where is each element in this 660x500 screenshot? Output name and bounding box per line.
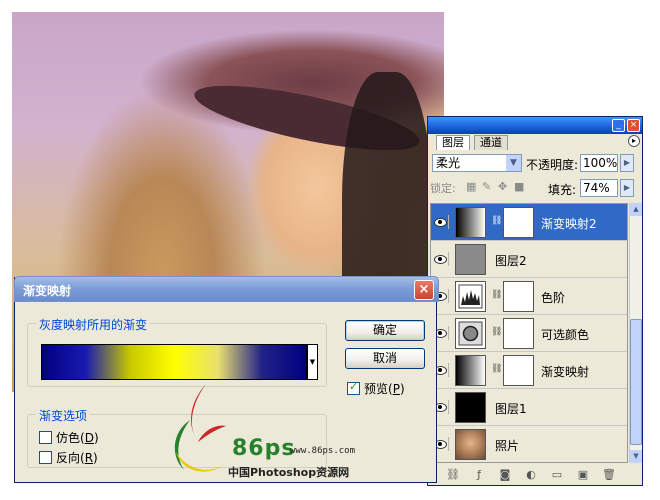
- lock-label: 锁定:: [430, 182, 456, 195]
- chevron-down-icon[interactable]: ▼: [307, 344, 318, 380]
- lock-paint-icon[interactable]: ✎: [482, 180, 491, 193]
- lock-move-icon[interactable]: ✥: [498, 180, 507, 193]
- lock-transparency-icon[interactable]: ▦: [466, 180, 476, 193]
- reverse-label: 反向(: [56, 451, 85, 465]
- watermark-logo-icon: [174, 384, 226, 472]
- layer-name: 图层2: [495, 254, 527, 268]
- layer-thumbnail: [455, 207, 486, 238]
- layers-scrollbar[interactable]: ▲ ▼: [629, 203, 642, 463]
- blend-mode-select[interactable]: 柔光 ▼: [432, 154, 522, 172]
- lock-all-icon[interactable]: ■: [514, 180, 524, 193]
- layer-row[interactable]: ⛓ 色阶: [431, 278, 627, 315]
- layer-name: 可选颜色: [541, 328, 590, 342]
- layer-thumbnail: [455, 355, 486, 386]
- opacity-label: 不透明度:: [526, 158, 579, 172]
- close-icon[interactable]: ×: [414, 280, 434, 300]
- preview-label: 预览(: [364, 382, 393, 396]
- fill-slider-icon[interactable]: ▶: [620, 179, 634, 197]
- layer-row[interactable]: 图层1: [431, 389, 627, 426]
- trash-icon[interactable]: 🗑: [602, 468, 616, 482]
- layer-thumbnail: [455, 392, 486, 423]
- link-icon: ⛓: [491, 216, 503, 226]
- layers-panel-titlebar[interactable]: _ ×: [428, 117, 642, 134]
- layers-panel: _ × 图层 通道 ▸ 柔光 ▼ 不透明度: 100% ▶ 锁定: ▦ ✎ ✥ …: [427, 116, 643, 486]
- layer-row[interactable]: 照片: [431, 426, 627, 462]
- layer-mask-thumbnail[interactable]: [503, 207, 534, 238]
- add-mask-icon[interactable]: ◙: [498, 468, 512, 482]
- layers-panel-tabs: 图层 通道: [428, 134, 642, 150]
- fill-field[interactable]: 74%: [580, 179, 618, 197]
- scroll-down-icon[interactable]: ▼: [630, 450, 642, 463]
- opacity-slider-icon[interactable]: ▶: [620, 154, 634, 172]
- gradient-group-label: 灰度映射所用的渐变: [36, 316, 151, 333]
- tab-channels[interactable]: 通道: [474, 135, 508, 150]
- dither-hotkey: D: [84, 431, 94, 445]
- preview-checkbox[interactable]: [347, 380, 360, 395]
- layer-mask-thumbnail[interactable]: [503, 281, 534, 312]
- layer-name: 渐变映射2: [541, 217, 597, 231]
- layer-row[interactable]: ⛓ 渐变映射2: [431, 204, 627, 241]
- watermark-brand: 86ps: [232, 436, 296, 461]
- preview-hotkey: P: [392, 382, 400, 396]
- minimize-icon[interactable]: _: [612, 119, 625, 132]
- new-layer-icon[interactable]: ▣: [576, 468, 590, 482]
- watermark-tagline: 中国Photoshop资源网: [228, 466, 350, 479]
- layer-row[interactable]: 图层2: [431, 241, 627, 278]
- watermark-url: www.86ps.com: [290, 446, 356, 456]
- layer-row[interactable]: ⛓ 可选颜色: [431, 315, 627, 352]
- panel-menu-icon[interactable]: ▸: [628, 135, 640, 147]
- new-group-icon[interactable]: ▭: [550, 468, 564, 482]
- layer-row[interactable]: ⛓ 渐变映射: [431, 352, 627, 389]
- layer-name: 色阶: [541, 291, 566, 305]
- chevron-down-icon[interactable]: ▼: [506, 155, 521, 171]
- ok-button[interactable]: 确定: [345, 320, 425, 341]
- dither-checkbox[interactable]: [39, 431, 52, 444]
- link-icon: ⛓: [491, 290, 503, 300]
- scroll-up-icon[interactable]: ▲: [630, 203, 642, 216]
- layer-thumbnail: [455, 429, 486, 460]
- levels-icon: [455, 281, 486, 312]
- preview-option[interactable]: 预览(P): [347, 380, 405, 397]
- layers-bottom-toolbar: ⛓ ƒ ◙ ◐ ▭ ▣ 🗑: [428, 465, 642, 485]
- dialog-titlebar[interactable]: 渐变映射 ×: [14, 276, 439, 302]
- cancel-button[interactable]: 取消: [345, 348, 425, 369]
- layer-name: 照片: [495, 439, 520, 453]
- layer-name: 渐变映射: [541, 365, 590, 379]
- link-icon: ⛓: [491, 364, 503, 374]
- selective-color-icon: [455, 318, 486, 349]
- link-layers-icon[interactable]: ⛓: [446, 468, 460, 482]
- lock-controls: 锁定: ▦ ✎ ✥ ■: [430, 180, 550, 198]
- options-group-label: 渐变选项: [36, 407, 91, 424]
- reverse-checkbox[interactable]: [39, 451, 52, 464]
- scrollbar-thumb[interactable]: [630, 319, 642, 445]
- blend-mode-value: 柔光: [436, 156, 461, 170]
- dialog-title: 渐变映射: [23, 284, 72, 298]
- fill-label: 填充:: [548, 183, 577, 197]
- gradient-swatch[interactable]: [41, 344, 307, 380]
- layer-thumbnail: [455, 244, 486, 275]
- layer-name: 图层1: [495, 402, 527, 416]
- close-icon[interactable]: ×: [627, 119, 640, 132]
- link-icon: ⛓: [491, 327, 503, 337]
- layer-mask-thumbnail[interactable]: [503, 355, 534, 386]
- layer-style-icon[interactable]: ƒ: [472, 468, 486, 482]
- layer-list: ⛓ 渐变映射2 图层2 ⛓ 色阶 ⛓ 可选颜色 ⛓ 渐变映射 图层1 照片: [430, 203, 628, 463]
- tab-layers[interactable]: 图层: [436, 135, 470, 150]
- opacity-field[interactable]: 100%: [580, 154, 618, 172]
- layer-mask-thumbnail[interactable]: [503, 318, 534, 349]
- dither-option[interactable]: 仿色(D): [39, 429, 99, 445]
- reverse-hotkey: R: [84, 451, 94, 465]
- eye-icon[interactable]: [433, 252, 449, 266]
- eye-icon[interactable]: [433, 215, 449, 229]
- adjustment-layer-icon[interactable]: ◐: [524, 468, 538, 482]
- dither-label: 仿色(: [56, 431, 85, 445]
- reverse-option[interactable]: 反向(R): [39, 449, 98, 465]
